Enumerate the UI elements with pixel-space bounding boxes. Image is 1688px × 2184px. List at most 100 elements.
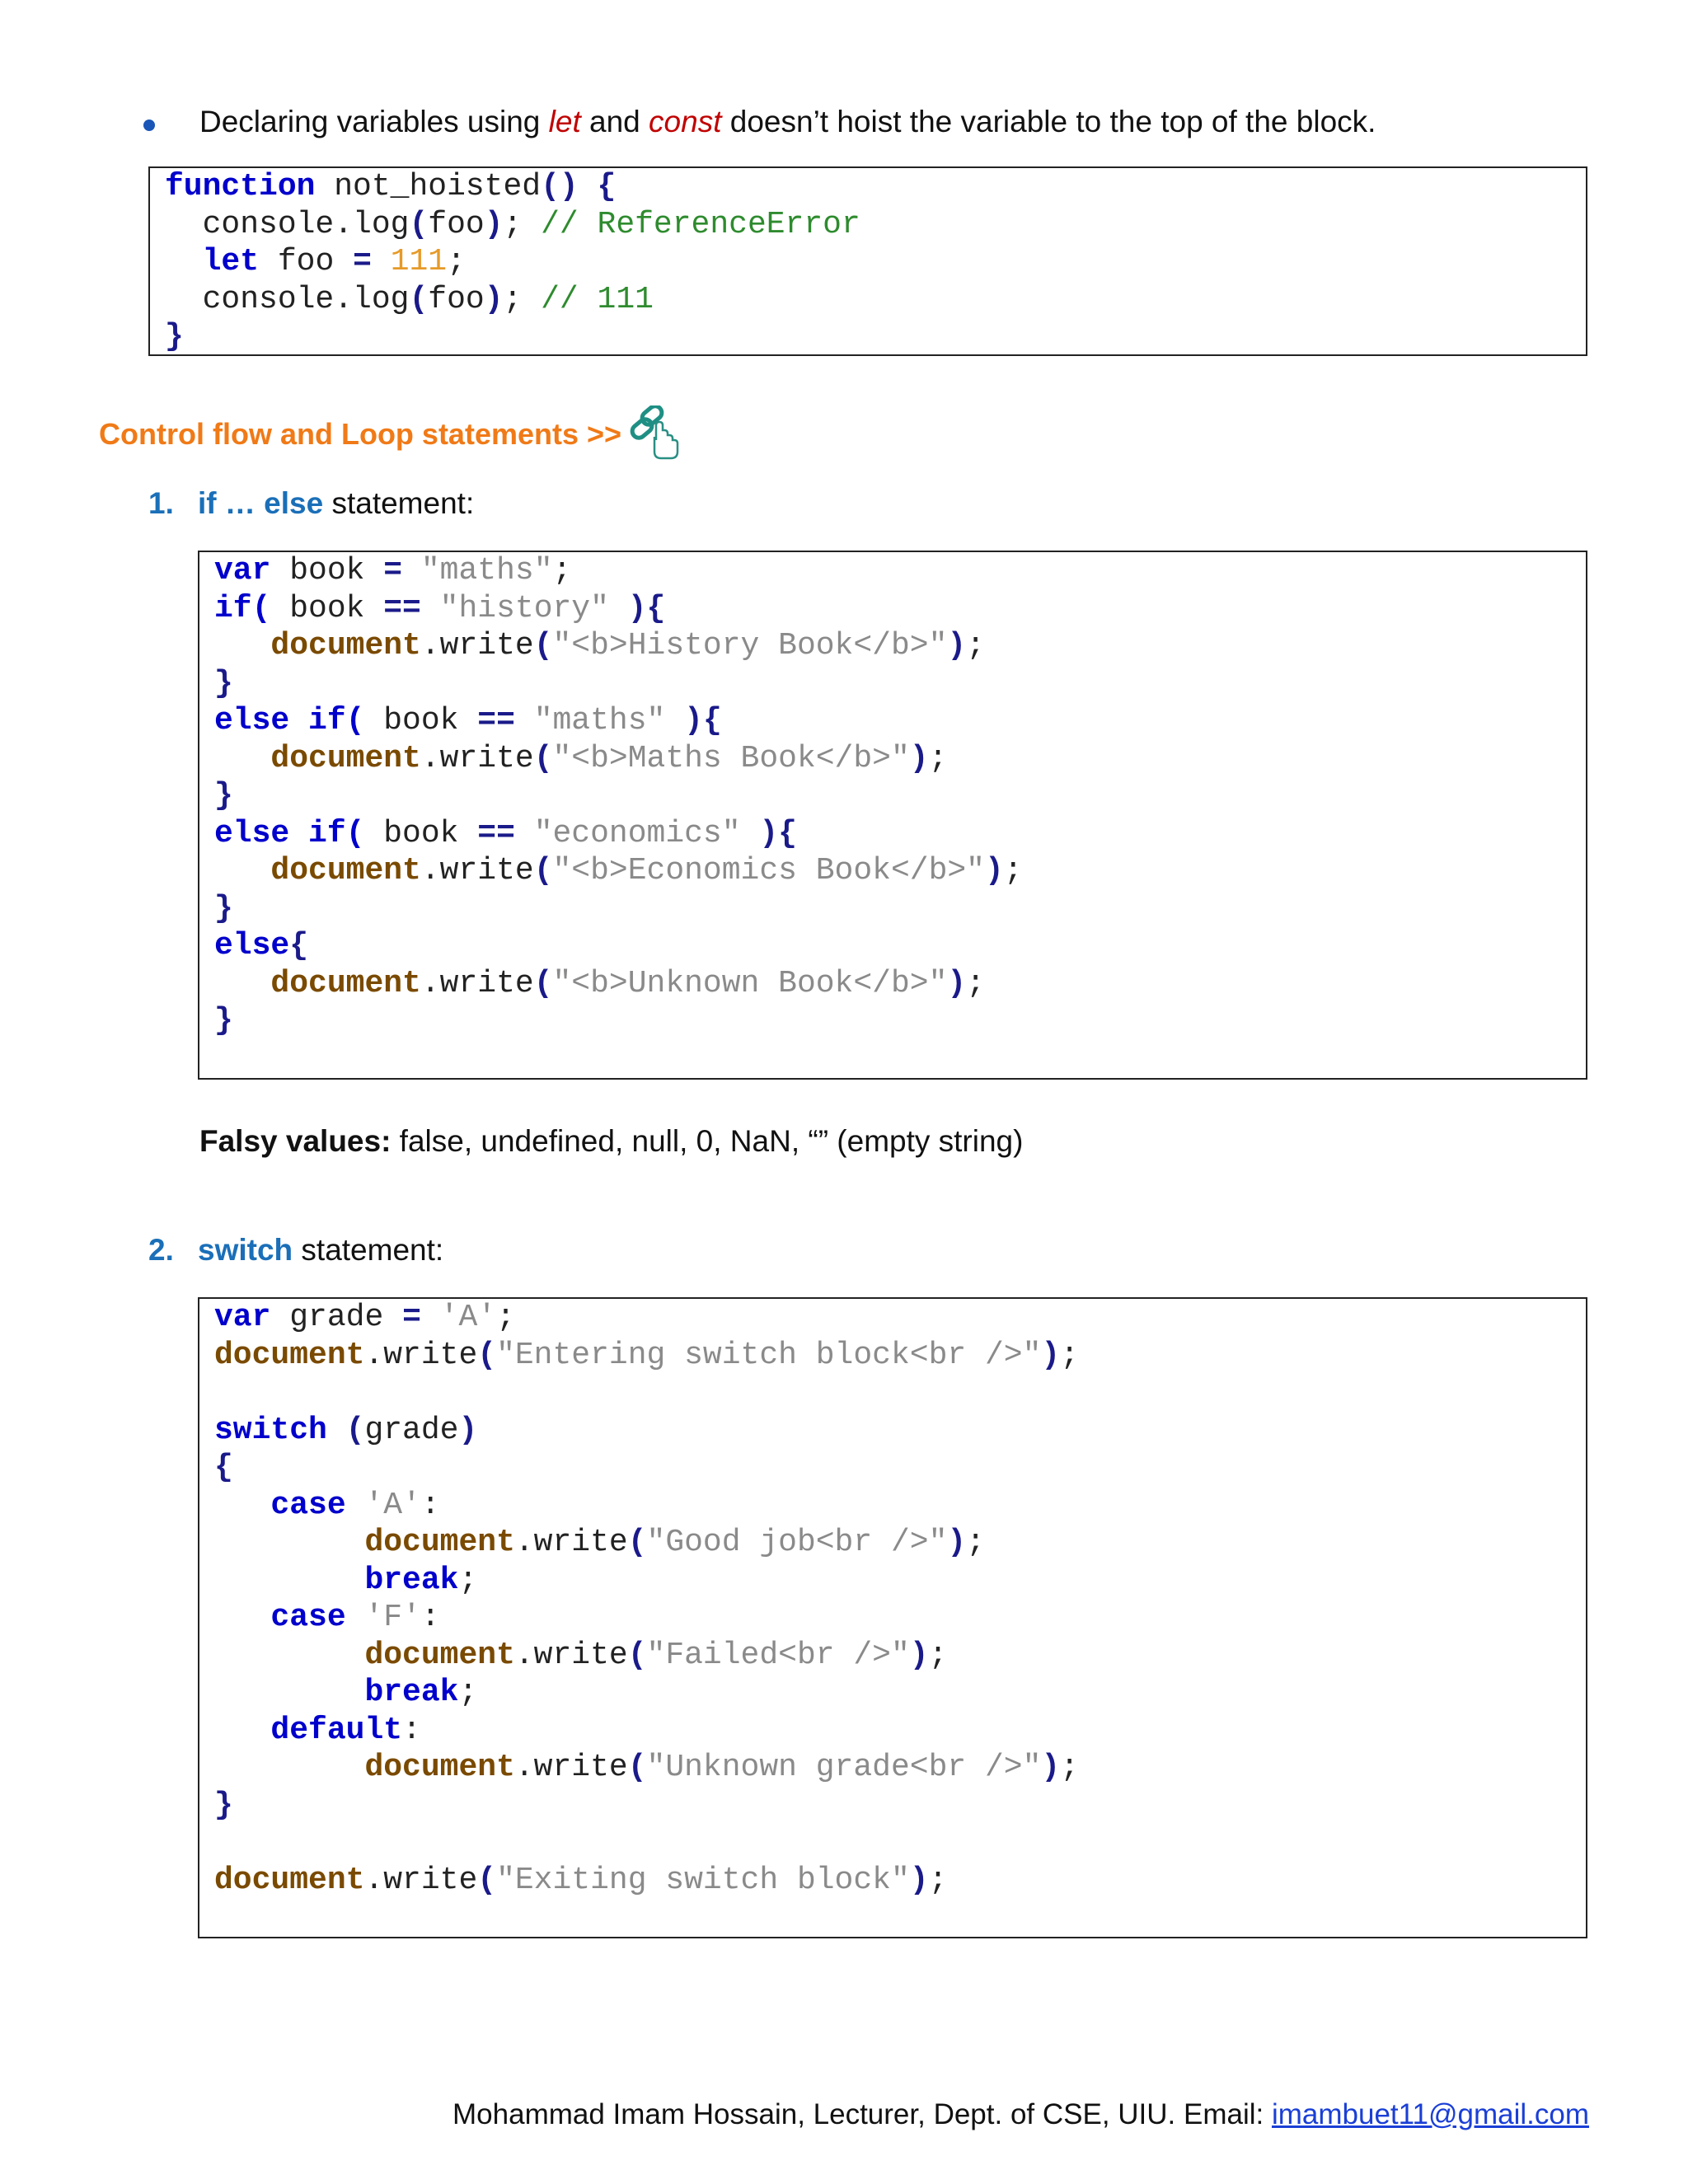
code-line: document.write("<b>Unknown Book</b>");	[214, 965, 1586, 1003]
code-token: (	[409, 206, 429, 242]
code-line: {	[214, 1449, 1586, 1487]
code-switch: var grade = 'A'; document.write("Entering…	[199, 1299, 1586, 1899]
code-token: ;	[458, 1562, 478, 1598]
code-token: ;	[503, 281, 542, 317]
code-token: book	[270, 553, 384, 588]
item-keyword: switch	[198, 1233, 293, 1267]
code-token: =	[383, 553, 403, 588]
code-token: 'F'	[364, 1600, 421, 1635]
code-token: document	[270, 853, 421, 888]
code-token: break	[364, 1675, 459, 1710]
code-token: document	[364, 1637, 515, 1673]
code-token: ;	[1060, 1337, 1080, 1373]
code-token: console.log	[165, 206, 410, 242]
section-heading: Control flow and Loop statements >>	[99, 417, 622, 451]
code-token: (	[533, 965, 553, 1001]
code-token: else if(	[214, 703, 365, 738]
code-token: )	[458, 1412, 478, 1448]
code-token: .write	[420, 628, 534, 663]
code-token: // 111	[541, 281, 654, 317]
code-token: )	[1041, 1337, 1061, 1373]
code-token: "<b>History Book</b>"	[552, 628, 948, 663]
code-token: document	[214, 1337, 365, 1373]
code-token: ){	[627, 590, 666, 626]
keyword-const: const	[649, 105, 722, 138]
code-token: =	[353, 244, 372, 279]
code-token: ;	[496, 1300, 515, 1335]
code-line: }	[165, 318, 1586, 356]
code-line: case 'F':	[214, 1599, 1586, 1637]
email-link[interactable]: imambuet11@gmail.com	[1272, 2098, 1589, 2130]
code-token: if(	[214, 590, 271, 626]
code-token: ){	[759, 815, 797, 851]
code-token: (	[409, 281, 429, 317]
code-token: .write	[514, 1750, 628, 1785]
code-line: document.write("<b>Economics Book</b>");	[214, 852, 1586, 890]
code-token: ;	[552, 553, 572, 588]
code-token: "Entering switch block<br />"	[496, 1337, 1042, 1373]
code-token: ==	[383, 590, 421, 626]
code-token: () {	[541, 169, 617, 204]
footer: Mohammad Imam Hossain, Lecturer, Dept. o…	[452, 2098, 1589, 2131]
code-line: default:	[214, 1712, 1586, 1750]
code-line: document.write("<b>Maths Book</b>");	[214, 740, 1586, 778]
code-token: :	[402, 1712, 421, 1748]
code-line: document.write("Entering switch block<br…	[214, 1337, 1586, 1375]
code-token: break	[364, 1562, 459, 1598]
code-token: document	[214, 1862, 365, 1898]
code-line: switch (grade)	[214, 1412, 1586, 1450]
code-token: document	[270, 740, 421, 776]
code-token: :	[420, 1600, 440, 1635]
code-token: )	[909, 1862, 929, 1898]
code-token: }	[214, 665, 233, 701]
code-token: ==	[477, 703, 515, 738]
code-token: "history"	[439, 590, 609, 626]
code-token: "Good job<br />"	[646, 1525, 948, 1560]
item-number: 1.	[148, 486, 174, 520]
code-line: document.write("Exiting switch block");	[214, 1862, 1586, 1900]
code-token: (	[533, 853, 553, 888]
link-hand-icon[interactable]	[630, 405, 684, 463]
code-token: .write	[364, 1862, 478, 1898]
code-token: ){	[684, 703, 722, 738]
code-line: }	[214, 777, 1586, 815]
hoisting-bullet: Declaring variables using let and const …	[143, 99, 1376, 145]
code-token: ;	[928, 1862, 948, 1898]
code-token: )	[909, 1637, 929, 1673]
code-token: default	[270, 1712, 403, 1748]
code-token: document	[364, 1750, 515, 1785]
code-token: .write	[420, 740, 534, 776]
code-line: console.log(foo); // ReferenceError	[165, 206, 1586, 244]
code-line: let foo = 111;	[165, 243, 1586, 281]
code-token: function	[165, 169, 316, 204]
code-token: "<b>Economics Book</b>"	[552, 853, 986, 888]
code-token: console.log	[165, 281, 410, 317]
code-token: )	[947, 965, 967, 1001]
bullet-dot	[143, 120, 155, 131]
code-token: .write	[364, 1337, 478, 1373]
item-2-heading: 2. switch statement:	[148, 1233, 443, 1268]
code-token: ==	[477, 815, 515, 851]
item-rest: statement:	[323, 486, 475, 520]
code-token: else	[214, 928, 290, 963]
code-token: }	[214, 890, 233, 926]
code-token: }	[165, 319, 184, 354]
code-token: book	[364, 703, 478, 738]
code-hoist: function not_hoisted() { console.log(foo…	[150, 168, 1586, 356]
code-token: "<b>Maths Book</b>"	[552, 740, 910, 776]
